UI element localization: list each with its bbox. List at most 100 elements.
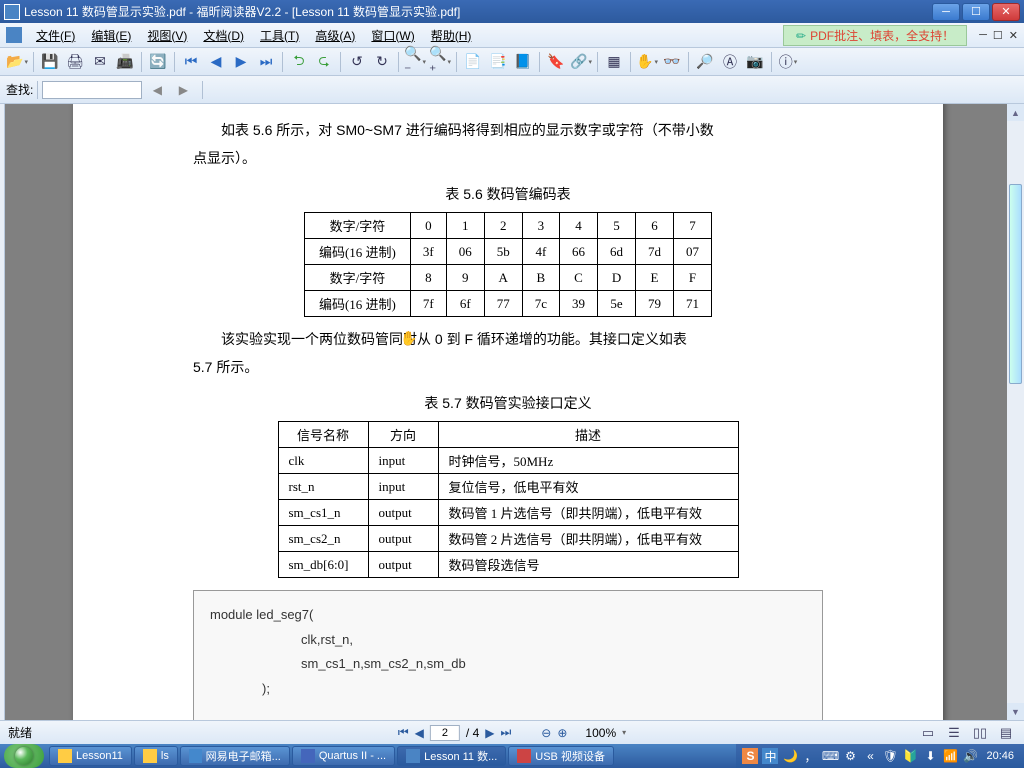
rotate-right-button[interactable]: ↻ xyxy=(371,51,393,73)
menu-edit[interactable]: 编辑(E) xyxy=(83,25,139,46)
menu-view[interactable]: 视图(V) xyxy=(139,25,195,46)
zoom-in-button[interactable]: 🔍⁺ xyxy=(429,51,451,73)
minimize-button[interactable]: ─ xyxy=(932,3,960,21)
statusbar: 就绪 ⏮ ◀ / 4 ▶ ⏭ ⊖ ⊕ 100% ▾ ▭ ☰ ▯▯ ▤ xyxy=(0,720,1024,744)
sb-prev-icon[interactable]: ◀ xyxy=(415,726,424,740)
clone-button[interactable]: 📑 xyxy=(487,51,509,73)
glasses-icon[interactable]: 👓 xyxy=(661,51,683,73)
task-item[interactable]: USB 视频设备 xyxy=(508,746,614,766)
layout-cont-icon[interactable]: ☰ xyxy=(944,724,964,742)
wifi-icon[interactable]: 📶 xyxy=(942,748,958,764)
volume-icon[interactable]: 🔊 xyxy=(962,748,978,764)
para: 该实验实现一个两位数码管同时从 0 到 F 循环递增的功能。其接口定义如表 xyxy=(193,325,823,353)
sb-next-icon[interactable]: ▶ xyxy=(485,726,494,740)
page-number-input[interactable] xyxy=(430,725,460,741)
task-item[interactable]: Lesson11 xyxy=(49,746,132,766)
info-button[interactable]: ⓘ xyxy=(777,51,799,73)
sb-zoomin-icon[interactable]: ⊕ xyxy=(557,726,567,740)
antivirus-icon[interactable]: 🔰 xyxy=(902,748,918,764)
scroll-up-icon[interactable]: ▲ xyxy=(1007,104,1024,121)
find-prev-button[interactable]: ◀ xyxy=(146,79,168,101)
menubar: 文件(F) 编辑(E) 视图(V) 文档(D) 工具(T) 高级(A) 窗口(W… xyxy=(0,23,1024,48)
para: 点显示）。 xyxy=(193,144,823,172)
print-button[interactable]: 🖨 xyxy=(64,51,86,73)
browser-icon xyxy=(189,749,202,763)
task-item[interactable]: Quartus II - ... xyxy=(292,746,395,766)
mdi-restore[interactable]: ☐ xyxy=(993,29,1003,42)
menu-tool[interactable]: 工具(T) xyxy=(252,25,307,46)
code-block: module led_seg7( clk,rst_n, sm_cs1_n,sm_… xyxy=(193,590,823,720)
rotate-left-button[interactable]: ↺ xyxy=(346,51,368,73)
scan-button[interactable]: 📠 xyxy=(114,51,136,73)
menu-help[interactable]: 帮助(H) xyxy=(423,25,480,46)
task-item[interactable]: ls xyxy=(134,746,178,766)
snapshot-button[interactable]: 📘 xyxy=(512,51,534,73)
promo-banner[interactable]: PDF批注、填表，全支持！ xyxy=(783,25,967,46)
last-page-button[interactable]: ⏭ xyxy=(255,51,277,73)
mail-button[interactable]: ✉ xyxy=(89,51,111,73)
find-input[interactable] xyxy=(42,81,142,99)
clock[interactable]: 20:46 xyxy=(982,750,1018,762)
ime-lang-icon[interactable]: 中 xyxy=(762,748,778,764)
text-select-button[interactable]: Ⓐ xyxy=(719,51,741,73)
ime-icon[interactable]: S xyxy=(742,748,758,764)
back-button[interactable]: ⮌ xyxy=(288,51,310,73)
menu-doc[interactable]: 文档(D) xyxy=(195,25,252,46)
start-button[interactable] xyxy=(4,744,44,768)
pdf-icon xyxy=(406,749,420,763)
keyboard-icon[interactable]: ⌨ xyxy=(822,748,838,764)
task-item[interactable]: 网易电子邮箱... xyxy=(180,746,290,766)
punct-icon[interactable]: ， xyxy=(802,748,818,764)
scrollbar-vertical[interactable]: ▲ ▼ xyxy=(1007,104,1024,720)
quartus-icon xyxy=(301,749,315,763)
para: 5.7 所示。 xyxy=(193,353,823,381)
reload-button[interactable]: 🔄 xyxy=(147,51,169,73)
scroll-thumb[interactable] xyxy=(1009,184,1022,384)
pdf-page: 如表 5.6 所示，对 SM0~SM7 进行编码将得到相应的显示数字或字符（不带… xyxy=(73,104,943,720)
shield-icon[interactable]: 🛡 xyxy=(882,748,898,764)
first-page-button[interactable]: ⏮ xyxy=(180,51,202,73)
layout-facing-icon[interactable]: ▯▯ xyxy=(970,724,990,742)
forward-button[interactable]: ⮎ xyxy=(313,51,335,73)
newdoc-button[interactable]: 📄 xyxy=(462,51,484,73)
window-title: Lesson 11 数码管显示实验.pdf - 福昕阅读器V2.2 - [Les… xyxy=(24,3,460,20)
tray-expand-icon[interactable]: « xyxy=(862,748,878,764)
findbar: 查找: ◀ ▶ xyxy=(0,76,1024,104)
find-button[interactable]: 🔎 xyxy=(694,51,716,73)
sb-first-icon[interactable]: ⏮ xyxy=(398,725,409,740)
menu-adv[interactable]: 高级(A) xyxy=(307,25,363,46)
system-tray: S 中 🌙 ， ⌨ ⚙ « 🛡 🔰 ⬇ 📶 🔊 20:46 xyxy=(736,744,1024,768)
mdi-close[interactable]: ✕ xyxy=(1009,29,1018,42)
camera-button[interactable]: 📷 xyxy=(744,51,766,73)
link-button[interactable]: 🔗 xyxy=(570,51,592,73)
find-next-button[interactable]: ▶ xyxy=(172,79,194,101)
mdi-minimize[interactable]: ─ xyxy=(979,29,987,42)
next-page-button[interactable]: ▶ xyxy=(230,51,252,73)
video-icon xyxy=(517,749,531,763)
layout-button[interactable]: ▦ xyxy=(603,51,625,73)
hand-tool-button[interactable]: ✋ xyxy=(636,51,658,73)
maximize-button[interactable]: ☐ xyxy=(962,3,990,21)
settings-icon[interactable]: ⚙ xyxy=(842,748,858,764)
task-item[interactable]: Lesson 11 数... xyxy=(397,746,506,766)
download-icon[interactable]: ⬇ xyxy=(922,748,938,764)
titlebar: Lesson 11 数码管显示实验.pdf - 福昕阅读器V2.2 - [Les… xyxy=(0,0,1024,23)
para: 如表 5.6 所示，对 SM0~SM7 进行编码将得到相应的显示数字或字符（不带… xyxy=(193,116,823,144)
menu-file[interactable]: 文件(F) xyxy=(28,25,83,46)
sb-zoomout-icon[interactable]: ⊖ xyxy=(541,726,551,740)
prev-page-button[interactable]: ◀ xyxy=(205,51,227,73)
find-label: 查找: xyxy=(6,81,33,98)
sb-last-icon[interactable]: ⏭ xyxy=(500,725,511,740)
layout-single-icon[interactable]: ▭ xyxy=(918,724,938,742)
moon-icon[interactable]: 🌙 xyxy=(782,748,798,764)
pdf-viewer[interactable]: 如表 5.6 所示，对 SM0~SM7 进行编码将得到相应的显示数字或字符（不带… xyxy=(5,104,1024,720)
bookmark-button[interactable]: 🔖 xyxy=(545,51,567,73)
zoom-out-button[interactable]: 🔍⁻ xyxy=(404,51,426,73)
scroll-down-icon[interactable]: ▼ xyxy=(1007,703,1024,720)
layout-contfacing-icon[interactable]: ▤ xyxy=(996,724,1016,742)
close-button[interactable]: ✕ xyxy=(992,3,1020,21)
menu-win[interactable]: 窗口(W) xyxy=(363,25,422,46)
open-button[interactable]: 📂 xyxy=(6,51,28,73)
save-button[interactable]: 💾 xyxy=(39,51,61,73)
io-table: 信号名称方向描述 clkinput时钟信号，50MHz rst_ninput复位… xyxy=(278,421,739,578)
